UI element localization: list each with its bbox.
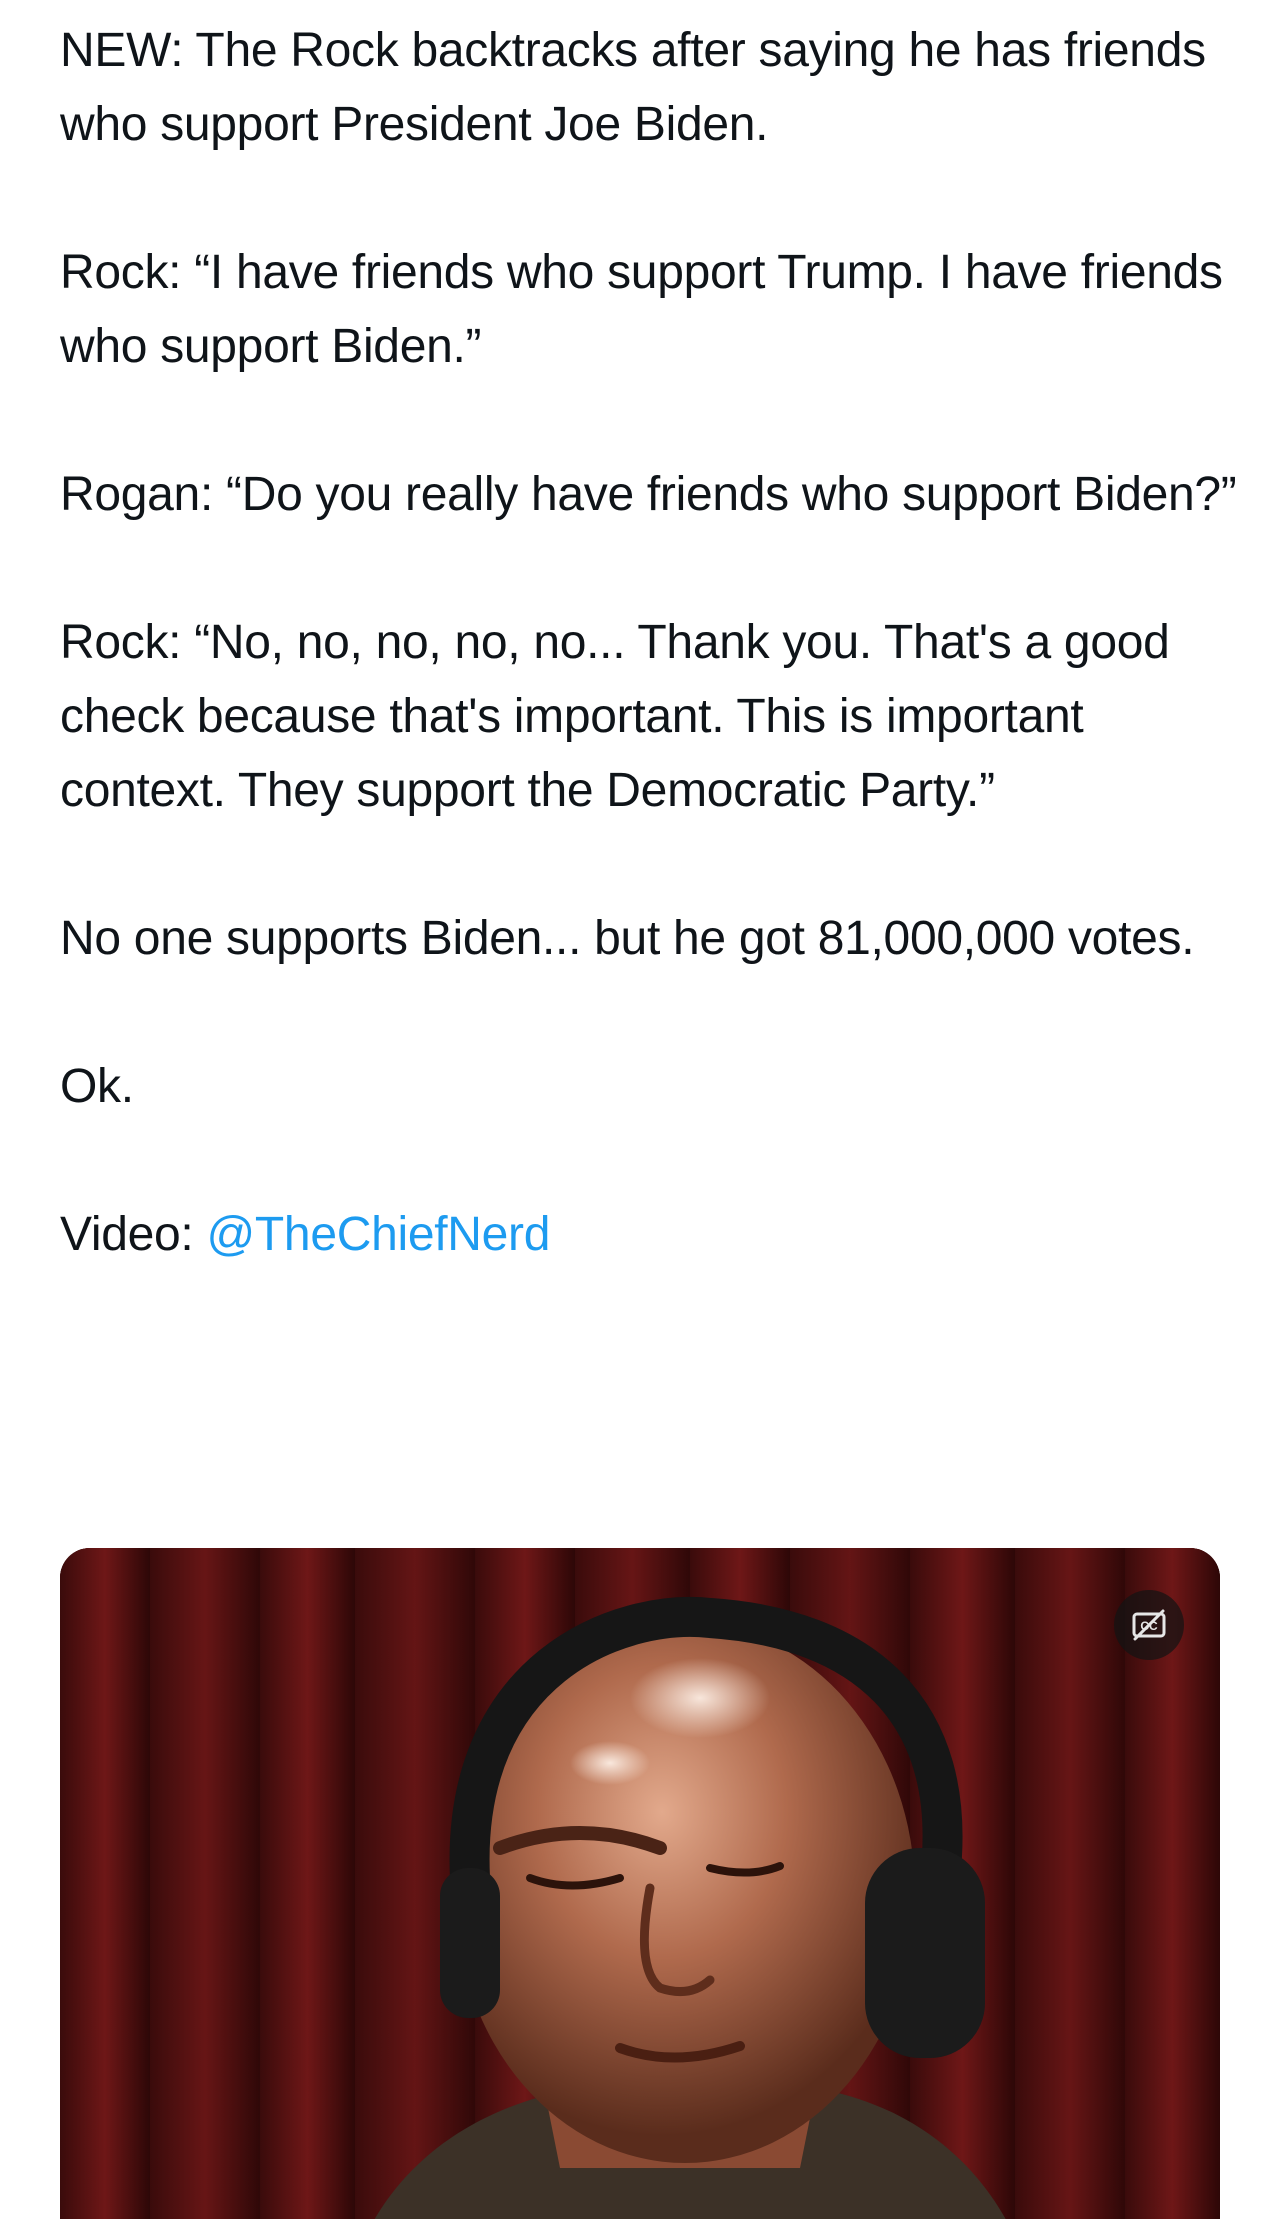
tweet-paragraph: NEW: The Rock backtracks after saying he…	[60, 24, 1219, 151]
video-credit-prefix: Video:	[60, 1208, 207, 1261]
closed-captions-off-icon: CC	[1132, 1609, 1166, 1641]
head-shine-2	[570, 1741, 650, 1785]
tweet-text: NEW: The Rock backtracks after saying he…	[60, 14, 1240, 1346]
tweet-paragraph: Rogan: “Do you really have friends who s…	[60, 468, 1237, 521]
head-shine	[630, 1658, 770, 1738]
tweet-paragraph: Rock: “No, no, no, no, no... Thank you. …	[60, 616, 1183, 817]
video-player[interactable]: CC	[60, 1548, 1220, 2219]
mention-link[interactable]: @TheChiefNerd	[206, 1208, 550, 1261]
video-frame	[60, 1548, 1220, 2219]
headphone-ear-left	[440, 1868, 500, 2018]
tweet-paragraph: No one supports Biden... but he got 81,0…	[60, 912, 1195, 965]
video-credit: Video: @TheChiefNerd	[60, 1198, 1240, 1272]
headphone-ear-right	[865, 1848, 985, 2058]
tweet-paragraph: Rock: “I have friends who support Trump.…	[60, 246, 1236, 373]
tweet-paragraph: Ok.	[60, 1060, 134, 1113]
captions-button[interactable]: CC	[1114, 1590, 1184, 1660]
